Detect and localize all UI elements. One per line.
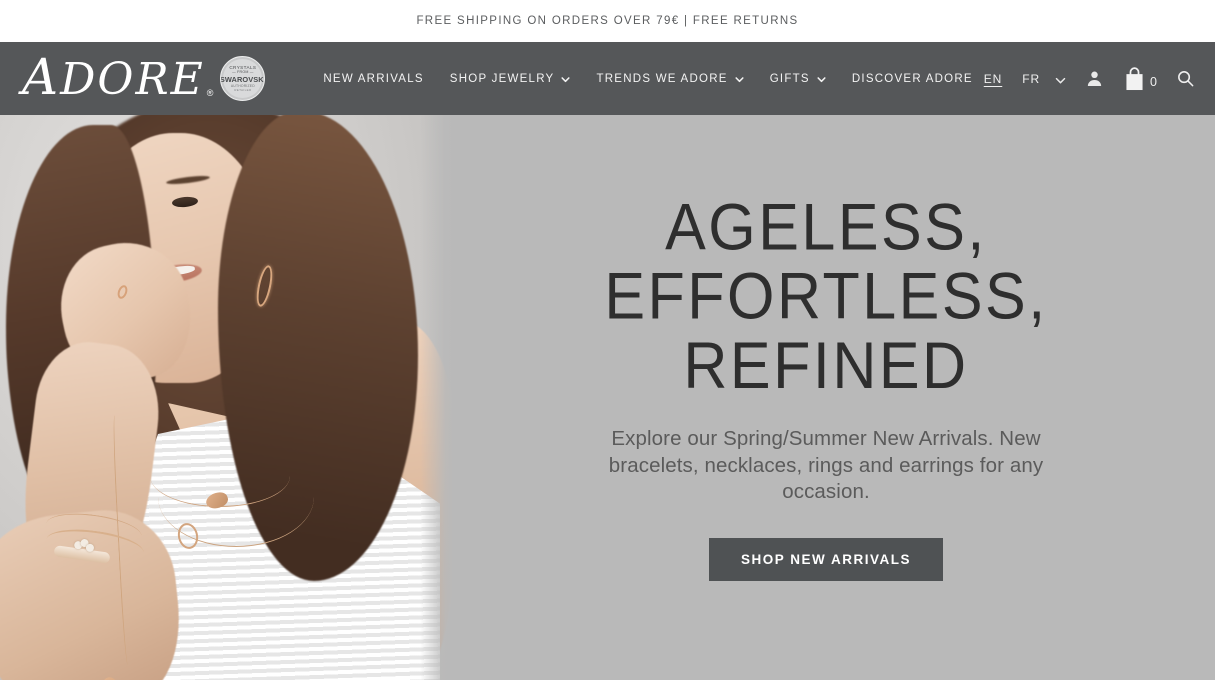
logo-rest: DORE — [60, 53, 205, 105]
logo-lead-letter: A — [22, 47, 61, 106]
cart-count: 0 — [1150, 74, 1157, 89]
person-icon — [1087, 71, 1102, 87]
nav-item-shop-jewelry[interactable]: SHOP JEWELRY — [450, 73, 571, 85]
hero-banner: AGELESS, EFFORTLESS, REFINED Explore our… — [0, 115, 1215, 680]
chevron-down-icon — [817, 75, 826, 84]
cart-button[interactable]: 0 — [1123, 66, 1157, 92]
language-option-en[interactable]: EN — [983, 70, 1003, 88]
hero-subtitle: Explore our Spring/Summer New Arrivals. … — [608, 427, 1044, 504]
site-header: ADORE ® CRYSTALS — FROM — SWAROVSKI AUTH… — [0, 42, 1215, 115]
chevron-down-icon — [561, 75, 571, 84]
logo-wordmark: ADORE — [22, 52, 205, 102]
nav-label: DISCOVER ADORE — [851, 72, 973, 85]
account-button[interactable] — [1085, 69, 1104, 88]
language-option-fr[interactable]: FR — [1021, 70, 1041, 88]
chevron-down-icon — [735, 75, 744, 84]
nav-item-discover-adore[interactable]: DISCOVER ADORE — [852, 73, 973, 85]
shopping-bag-icon — [1126, 66, 1143, 90]
nav-item-new-arrivals[interactable]: NEW ARRIVALS — [323, 73, 423, 85]
language-chevron-down-icon[interactable] — [1055, 73, 1066, 84]
nav-label: SHOP JEWELRY — [449, 72, 555, 85]
announcement-text: FREE SHIPPING ON ORDERS OVER 79€ | FREE … — [416, 15, 799, 27]
announcement-bar: FREE SHIPPING ON ORDERS OVER 79€ | FREE … — [0, 0, 1215, 42]
hero-model-photo — [0, 115, 452, 680]
search-button[interactable] — [1176, 69, 1195, 88]
nav-label: NEW ARRIVALS — [323, 72, 424, 85]
seal-line-retailer: RETAILER — [234, 88, 252, 93]
nav-item-gifts[interactable]: GIFTS — [770, 73, 826, 85]
shop-new-arrivals-button[interactable]: SHOP NEW ARRIVALS — [708, 538, 943, 582]
swarovski-seal-badge: CRYSTALS — FROM — SWAROVSKI AUTHORIZED R… — [220, 56, 266, 101]
nav-label: TRENDS WE ADORE — [596, 72, 728, 85]
hero-content: AGELESS, EFFORTLESS, REFINED Explore our… — [463, 115, 1189, 680]
seal-line-swarovski: SWAROVSKI — [220, 74, 266, 84]
nav-label: GIFTS — [769, 72, 810, 85]
jewelry-bracelet-crystal-floret — [73, 538, 95, 557]
logo-trademark: ® — [206, 87, 214, 98]
header-utilities: EN FR 0 — [983, 42, 1195, 115]
nav-item-trends-we-adore[interactable]: TRENDS WE ADORE — [596, 72, 744, 85]
site-logo[interactable]: ADORE ® CRYSTALS — FROM — SWAROVSKI AUTH… — [22, 52, 266, 104]
main-navigation: NEW ARRIVALS SHOP JEWELRY TRENDS WE ADOR… — [323, 73, 972, 85]
search-icon — [1178, 71, 1194, 87]
hero-headline: AGELESS, EFFORTLESS, REFINED — [604, 190, 1048, 402]
